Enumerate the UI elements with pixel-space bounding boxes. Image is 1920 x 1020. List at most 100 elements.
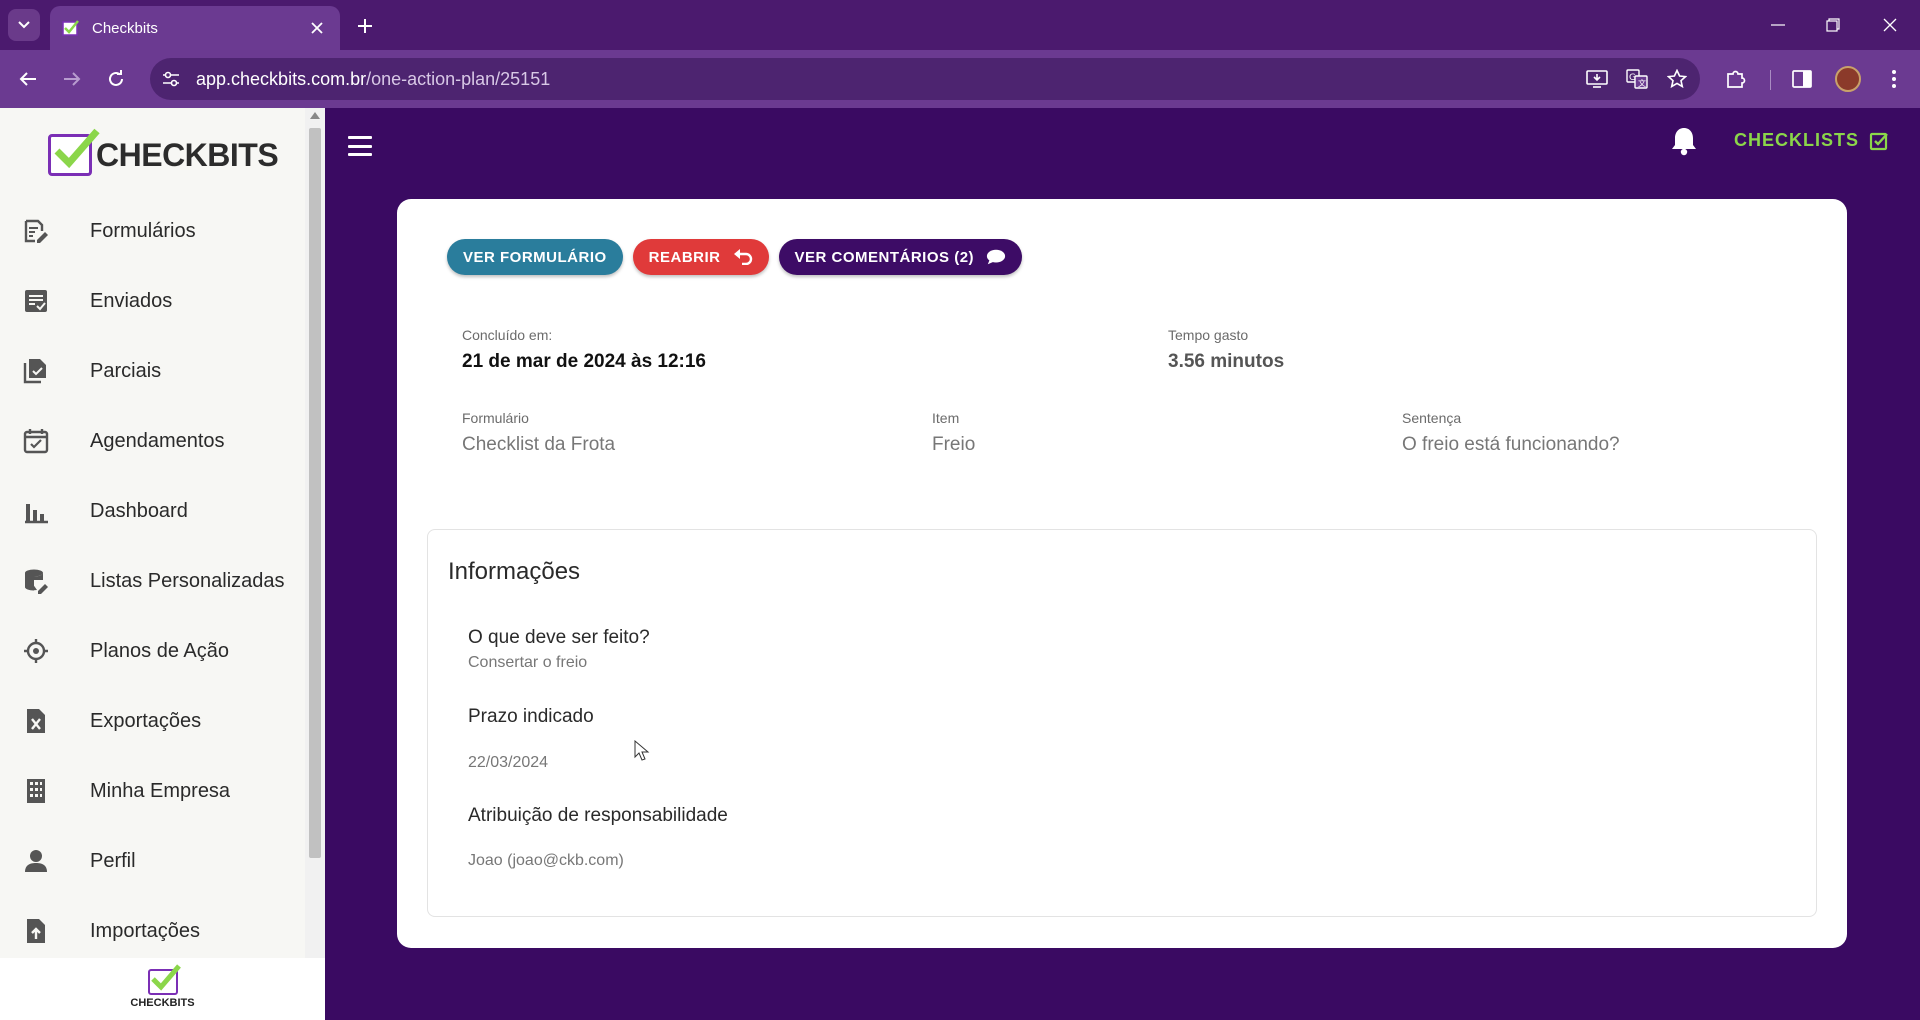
sidebar-item-minha-empresa[interactable]: Minha Empresa — [0, 756, 305, 826]
checkbox-marked-icon — [1869, 132, 1888, 150]
sidebar-item-label: Exportações — [90, 709, 202, 732]
sidebar-item-formularios[interactable]: Formulários — [0, 196, 305, 266]
sentence-label: Sentença — [1402, 410, 1462, 426]
building-icon — [22, 777, 50, 805]
new-tab-button[interactable] — [352, 13, 378, 39]
sidebar-item-exportacoes[interactable]: Exportações — [0, 686, 305, 756]
comment-icon — [986, 248, 1006, 266]
sentence-field: Sentença O freio está funcionando? — [1402, 410, 1620, 456]
sidebar-item-agendamentos[interactable]: Agendamentos — [0, 406, 305, 476]
mouse-cursor-icon — [634, 740, 650, 761]
assignment-value: Joao (joao@ckb.com) — [468, 852, 624, 869]
sidebar-item-label: Enviados — [90, 289, 173, 312]
side-panel-button[interactable] — [1786, 63, 1818, 95]
sidebar-item-perfil[interactable]: Perfil — [0, 826, 305, 896]
checkbits-logo[interactable]: CHECKBITS — [48, 128, 279, 176]
puzzle-icon — [1727, 70, 1746, 88]
form-field: Formulário Checklist da Frota — [462, 410, 615, 456]
checklists-link[interactable]: CHECKLISTS — [1734, 130, 1889, 151]
view-comments-label: VER COMENTÁRIOS (2) — [794, 248, 975, 266]
translate-button[interactable]: G文 — [1620, 62, 1654, 96]
reload-button[interactable] — [100, 63, 132, 95]
sidebar-item-label: Importações — [90, 919, 201, 942]
restore-icon — [1826, 18, 1840, 32]
view-form-button[interactable]: VER FORMULÁRIO — [447, 239, 623, 275]
browser-tab-bar: Checkbits — [0, 0, 1920, 50]
logo-checkbox-icon — [147, 964, 181, 995]
back-button[interactable] — [12, 63, 44, 95]
sent-list-icon — [22, 287, 50, 315]
view-form-label: VER FORMULÁRIO — [463, 248, 607, 266]
url-host: app.checkbits.com.br — [196, 68, 367, 89]
crosshair-icon — [22, 637, 50, 665]
tab-search-button[interactable] — [8, 9, 40, 41]
sidebar-item-planos-de-acao[interactable]: Planos de Ação — [0, 616, 305, 686]
url-path: /one-action-plan/25151 — [366, 68, 551, 89]
address-bar[interactable]: app.checkbits.com.br/one-action-plan/251… — [150, 58, 1700, 100]
checkbits-favicon-icon — [62, 20, 79, 36]
star-icon — [1667, 69, 1687, 89]
calendar-check-icon — [22, 427, 50, 455]
minimize-icon — [1771, 24, 1785, 26]
close-icon — [1883, 18, 1897, 32]
sidebar-item-label: Dashboard — [90, 499, 188, 522]
profile-button[interactable] — [1832, 63, 1864, 95]
sidebar-item-parciais[interactable]: Parciais — [0, 336, 305, 406]
form-edit-icon — [22, 217, 50, 245]
sidebar-item-label: Parciais — [90, 359, 162, 382]
plus-icon — [358, 19, 372, 33]
toolbar-separator — [1770, 70, 1771, 90]
concluded-value: 21 de mar de 2024 às 12:16 — [462, 351, 707, 372]
window-close-button[interactable] — [1870, 10, 1910, 40]
person-icon — [22, 847, 50, 875]
window-restore-button[interactable] — [1813, 10, 1853, 40]
deadline-value: 22/03/2024 — [468, 754, 549, 771]
site-info-button[interactable] — [154, 62, 188, 96]
action-plan-card: VER FORMULÁRIO REABRIR VER COMENTÁRIOS (… — [397, 199, 1847, 948]
sidebar-menu: Formulários Enviados Parciais Agendament… — [0, 196, 305, 966]
concluded-field: Concluído em: 21 de mar de 2024 às 12:16 — [462, 327, 706, 373]
browser-tab-active[interactable]: Checkbits — [50, 6, 340, 50]
extensions-button[interactable] — [1720, 63, 1752, 95]
logo-text: CHECKBITS — [96, 136, 279, 173]
close-icon — [311, 22, 323, 34]
partial-docs-icon — [22, 357, 50, 385]
bookmark-star-button[interactable] — [1660, 62, 1694, 96]
sidebar-scrollbar[interactable] — [305, 108, 325, 958]
reopen-button[interactable]: REABRIR — [632, 239, 769, 275]
side-panel-icon — [1792, 70, 1812, 88]
sidebar-item-label: Listas Personalizadas — [90, 569, 285, 592]
sidebar-item-listas[interactable]: Listas Personalizadas — [0, 546, 305, 616]
forward-button[interactable] — [56, 63, 88, 95]
bar-chart-icon — [22, 497, 50, 525]
action-buttons: VER FORMULÁRIO REABRIR VER COMENTÁRIOS (… — [447, 239, 1032, 275]
item-value: Freio — [932, 434, 976, 455]
sidebar-item-label: Perfil — [90, 849, 136, 872]
sidebar-item-importacoes[interactable]: Importações — [0, 896, 305, 966]
notification-bell-icon[interactable] — [1670, 126, 1698, 156]
chevron-down-icon — [18, 21, 30, 29]
sidebar-item-enviados[interactable]: Enviados — [0, 266, 305, 336]
item-label: Item — [932, 410, 960, 426]
excel-file-icon — [22, 707, 50, 735]
menu-toggle-button[interactable] — [348, 136, 372, 156]
item-field: Item Freio — [932, 410, 975, 456]
window-minimize-button[interactable] — [1758, 10, 1798, 40]
sentence-value: O freio está funcionando? — [1402, 434, 1620, 455]
tab-title: Checkbits — [92, 19, 158, 37]
browser-menu-button[interactable] — [1878, 63, 1910, 95]
reopen-label: REABRIR — [648, 248, 721, 266]
translate-icon: G文 — [1626, 69, 1648, 89]
sidebar-scrollbar-thumb[interactable] — [309, 128, 321, 858]
concluded-label: Concluído em: — [462, 327, 553, 343]
install-app-button[interactable] — [1580, 62, 1614, 96]
form-value: Checklist da Frota — [462, 434, 616, 455]
tab-close-button[interactable] — [306, 17, 328, 39]
sidebar-item-dashboard[interactable]: Dashboard — [0, 476, 305, 546]
sidebar-item-label: Formulários — [90, 219, 196, 242]
checklists-label: CHECKLISTS — [1734, 130, 1860, 150]
time-spent-label: Tempo gasto — [1168, 327, 1249, 343]
scroll-up-arrow-icon[interactable] — [310, 112, 320, 119]
view-comments-button[interactable]: VER COMENTÁRIOS (2) — [778, 239, 1023, 275]
logo-checkbox-icon — [48, 128, 100, 176]
